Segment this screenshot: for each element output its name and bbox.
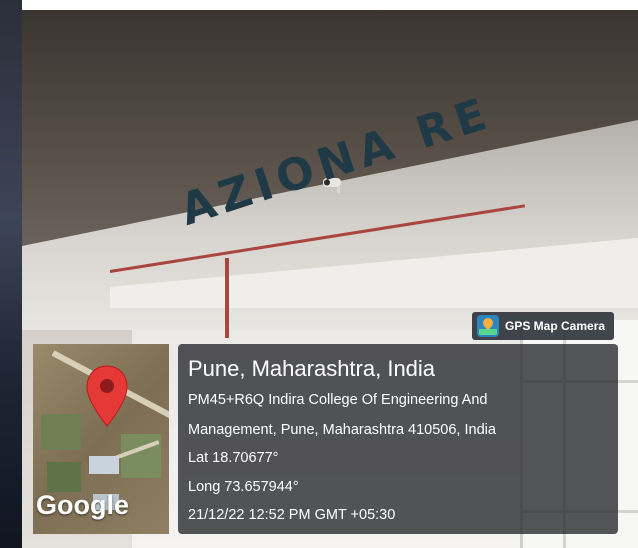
app-badge-label: GPS Map Camera: [505, 319, 606, 333]
map-pin-icon: [85, 364, 129, 454]
gps-map-camera-app-icon: [477, 315, 499, 337]
gps-map-camera-badge: GPS Map Camera: [472, 312, 614, 340]
location-title: Pune, Maharashtra, India: [188, 356, 436, 381]
map-thumbnail: Google: [33, 344, 169, 534]
latitude-readout: Lat 18.70677°: [188, 450, 279, 466]
location-info-panel: Pune, Maharashtra, India PM45+R6Q Indira…: [178, 344, 618, 534]
photo-left-edge: [0, 0, 22, 548]
address-line-2: Management, Pune, Maharashtra 410506, In…: [188, 422, 496, 438]
timestamp: 21/12/22 12:52 PM GMT +05:30: [188, 507, 396, 523]
photo-top-border: [22, 0, 638, 10]
address-line-1: PM45+R6Q Indira College Of Engineering A…: [188, 392, 488, 408]
longitude-readout: Long 73.657944°: [188, 479, 299, 495]
google-attribution: Google: [36, 490, 129, 520]
red-pipe-vertical: [225, 258, 229, 338]
